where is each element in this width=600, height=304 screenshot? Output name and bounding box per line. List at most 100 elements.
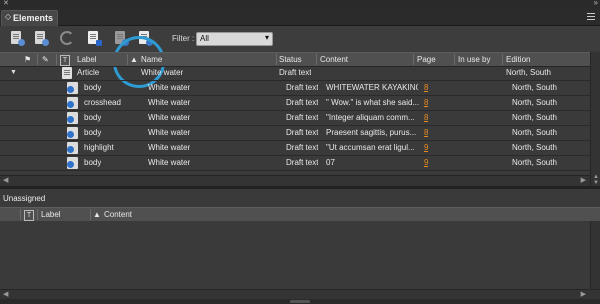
toolbar: Filter : All ▾ (0, 26, 600, 88)
table-row[interactable]: body White water Draft text "Integer ali… (0, 111, 590, 126)
row-label: body (84, 128, 102, 137)
edit-element-icon[interactable] (86, 29, 102, 47)
tab-arrows-icon[interactable]: ◇ (5, 12, 11, 21)
row-content: " Wow." is what she said... (326, 98, 420, 107)
scroll-left-icon[interactable]: ◀ (3, 176, 8, 184)
row-edition: North, South (512, 143, 557, 152)
table-row[interactable]: body White water Draft text 07 9 North, … (0, 156, 590, 171)
row-name: White water (148, 98, 191, 107)
unassigned-table-header: T Label ▲ Content (0, 207, 600, 222)
scroll-left-icon[interactable]: ◀ (3, 290, 8, 298)
row-status: Draft text (286, 128, 319, 137)
row-edition: North, South (512, 98, 557, 107)
scroll-right-icon[interactable]: ▶ (581, 290, 586, 298)
row-edition: North, South (512, 83, 557, 92)
row-name: White water (148, 128, 191, 137)
pencil-column-icon[interactable]: ✎ (42, 54, 49, 65)
type-column-icon[interactable]: T (60, 54, 70, 66)
column-content[interactable]: Content (320, 54, 348, 65)
panel-splitter[interactable] (0, 186, 600, 189)
table-row[interactable]: crosshead White water Draft text " Wow."… (0, 96, 590, 111)
panel-title: Elements (13, 13, 54, 23)
article-icon (62, 67, 72, 79)
resize-grip-icon[interactable] (290, 300, 310, 303)
row-edition: North, South (506, 68, 551, 77)
refresh-icon[interactable] (59, 29, 75, 47)
row-status: Draft text (286, 83, 319, 92)
column-content[interactable]: Content (104, 209, 132, 220)
sort-arrow-icon: ▲ (93, 210, 101, 219)
row-page-link[interactable]: 9 (424, 158, 428, 167)
table-row[interactable]: highlight White water Draft text "Ut acc… (0, 141, 590, 156)
tab-elements[interactable]: ◇ Elements (1, 10, 58, 26)
component-icon (67, 142, 78, 154)
panel-menu-icon[interactable] (587, 13, 595, 22)
row-name: White water (148, 143, 191, 152)
type-column-icon[interactable]: T (24, 210, 34, 221)
table-header: ⚑ ✎ T Label ▲ Name Status Content Page I… (0, 52, 590, 67)
horizontal-scrollbar[interactable]: ◀ ▶ (0, 175, 590, 186)
unassigned-list (0, 221, 590, 289)
collapse-panel-icon[interactable]: » (594, 0, 599, 7)
row-page-link[interactable]: 8 (424, 98, 428, 107)
table-row-article[interactable]: ▼ Article White water Draft text North, … (0, 66, 590, 81)
row-content: Praesent sagittis, purus... (326, 128, 417, 137)
row-label: body (84, 113, 102, 122)
column-name[interactable]: Name (141, 54, 162, 65)
column-label[interactable]: Label (77, 54, 97, 65)
scroll-right-icon[interactable]: ▶ (581, 176, 586, 184)
component-icon (67, 112, 78, 124)
filter-value: All (200, 34, 209, 43)
chevron-down-icon: ▾ (264, 33, 269, 42)
table-row[interactable]: body White water Draft text Praesent sag… (0, 126, 590, 141)
row-name: White water (141, 68, 184, 77)
remove-element-icon[interactable] (33, 29, 49, 47)
flag-column-icon[interactable]: ⚑ (24, 54, 31, 65)
row-status: Draft text (286, 143, 319, 152)
row-status: Draft text (286, 158, 319, 167)
row-label: body (84, 83, 102, 92)
row-page-link[interactable]: 8 (424, 113, 428, 122)
row-content: 07 (326, 158, 335, 167)
row-status: Draft text (286, 113, 319, 122)
column-in-use-by[interactable]: In use by (458, 54, 490, 65)
place-element-icon[interactable] (9, 29, 25, 47)
panel-tab-row: ◇ Elements (0, 8, 600, 26)
sort-arrow-icon: ▲ (130, 55, 138, 64)
filter-select[interactable]: All ▾ (196, 32, 273, 46)
row-edition: North, South (512, 113, 557, 122)
panel-bottom-bar (0, 299, 600, 304)
row-name: White water (148, 83, 191, 92)
unassigned-title: Unassigned (3, 194, 46, 203)
row-name: White water (148, 113, 191, 122)
row-label: Article (77, 68, 100, 77)
row-edition: North, South (512, 128, 557, 137)
row-content: "Integer aliquam comm... (326, 113, 415, 122)
component-icon (67, 127, 78, 139)
row-content: "Ut accumsan erat ligul... (326, 143, 415, 152)
row-label: body (84, 158, 102, 167)
row-edition: North, South (512, 158, 557, 167)
row-content: WHITEWATER KAYAKING (326, 83, 418, 92)
table-row[interactable]: body White water Draft text WHITEWATER K… (0, 81, 590, 96)
row-page-link[interactable]: 9 (424, 143, 428, 152)
row-name: White water (148, 158, 191, 167)
row-status: Draft text (286, 98, 319, 107)
vertical-scrollbar[interactable]: ▲ ▼ (590, 52, 600, 187)
component-icon (67, 97, 78, 109)
column-label[interactable]: Label (41, 209, 61, 220)
row-page-link[interactable]: 8 (424, 128, 428, 137)
close-icon[interactable]: ✕ (3, 0, 9, 7)
row-status: Draft text (279, 68, 312, 77)
column-page[interactable]: Page (417, 54, 436, 65)
column-status[interactable]: Status (279, 54, 302, 65)
row-label: crosshead (84, 98, 121, 107)
expand-triangle-icon[interactable]: ▼ (10, 69, 17, 76)
row-label: highlight (84, 143, 114, 152)
component-icon (67, 82, 78, 94)
unassigned-vertical-scrollbar[interactable] (590, 221, 600, 289)
column-edition[interactable]: Edition (506, 54, 530, 65)
window-top-strip: ✕ » (0, 0, 600, 8)
filter-label: Filter : (172, 34, 195, 43)
row-page-link[interactable]: 8 (424, 83, 428, 92)
